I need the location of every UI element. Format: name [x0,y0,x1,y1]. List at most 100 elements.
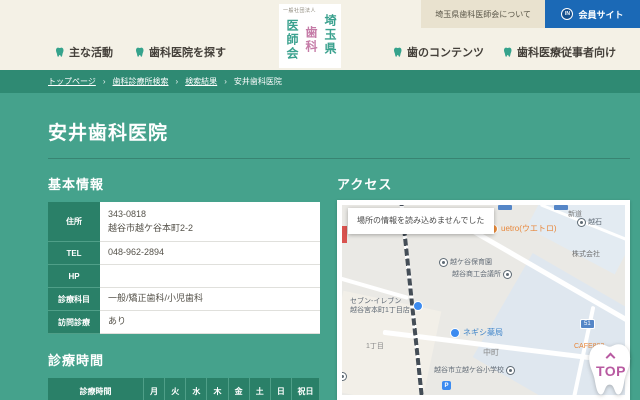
breadcrumb-current: 安井歯科医院 [233,77,282,86]
map-label-nakacho: 中町 [483,347,499,358]
map-label-text: 越石 [588,219,602,226]
map-label-text: 越谷市立越ケ谷小学校 [434,367,504,374]
map-label-itchome: 1丁目 [366,341,384,351]
map-route-marker [554,205,568,210]
breadcrumb-separator: › [102,77,106,86]
map-red-sign [342,226,347,243]
map-label-nursery[interactable]: 越ケ谷保育園 [440,257,492,267]
nav-label: 歯のコンテンツ [407,47,484,59]
hours-col-sun: 日 [270,378,292,400]
place-poi-icon [440,258,447,266]
info-row-hp: HP [48,265,320,288]
tooth-icon [504,47,512,57]
member-site-label: 会員サイト [578,9,624,20]
map-label-company: 株式会社 [572,249,600,259]
hours-col-mon: 月 [144,378,166,400]
map-label-text: 越谷商工会議所 [452,271,501,278]
hours-col-fri: 金 [228,378,250,400]
breadcrumb-clinic-search[interactable]: 歯科診療所検索 [113,76,169,87]
logo-text-ishikai: 医師会 [285,19,299,61]
tooth-icon [394,47,402,57]
postal-code: 343-0818 [108,208,147,219]
map-label-chamber-of-commerce[interactable]: 越谷商工会議所 [452,269,511,279]
departments-value: 一般/矯正歯科/小児歯科 [108,293,204,304]
map-label-elementary-school[interactable]: 越谷市立越ケ谷小学校 [434,365,514,375]
map-label-koshiishi[interactable]: 越石 [578,217,602,227]
map-label-text: 中町 [483,348,499,357]
logo-text-shika: 歯科 [304,26,318,54]
map-label-parking[interactable]: P [442,381,451,390]
home-visit-value: あり [108,316,127,327]
breadcrumb-separator: › [224,77,227,86]
title-divider [48,158,630,159]
map-label-text: セブン-イレブン [350,298,402,305]
map-route-marker [498,205,512,210]
info-row-label: 住所 [48,202,100,242]
tel-value: 048-962-2894 [108,247,165,258]
convenience-store-icon [412,301,423,312]
nav-item-main-activities[interactable]: 主な活動 [55,44,113,60]
hours-col-sat: 土 [249,378,271,400]
about-association-link[interactable]: 埼玉県歯科医師会について [421,0,545,28]
nav-label: 歯科医院を探す [149,47,226,59]
school-icon [507,366,514,374]
info-row-label: HP [48,265,100,288]
map-label-pharmacy[interactable]: ネギシ薬局 [450,327,503,338]
breadcrumb-top-page[interactable]: トップページ [48,76,96,87]
breadcrumb-search-results[interactable]: 検索結果 [185,76,217,87]
map-label-text: 1丁目 [366,343,384,350]
basic-info-table: 住所 343-0818 越谷市越ケ谷本町2-2 TEL 048-962-2894… [48,202,320,334]
breadcrumb: トップページ › 歯科診療所検索 › 検索結果 › 安井歯科医院 [0,70,640,93]
nav-label: 主な活動 [69,47,113,59]
map-label-uetro[interactable]: uetro(ウエトロ) [488,223,557,234]
info-row-tel: TEL 048-962-2894 [48,242,320,265]
map-error-popup: 場所の情報を読み込めませんでした [348,208,494,234]
site-header: 埼玉県歯科医師会について IN 会員サイト 主な活動 歯科医院を探す 歯のコンテ… [0,0,640,70]
logo-corp-type: 一般社団法人 [283,8,317,14]
info-row-home-visit: 訪問診療 あり [48,311,320,334]
page-title: 安井歯科医院 [48,123,169,144]
route-shield: 51 [580,319,595,329]
hours-col-holiday: 祝日 [291,378,321,400]
info-row-departments: 診療科目 一般/矯正歯科/小児歯科 [48,288,320,311]
nav-item-teeth-contents[interactable]: 歯のコンテンツ [393,44,484,60]
nav-item-find-clinic[interactable]: 歯科医院を探す [135,44,226,60]
breadcrumb-separator: › [175,77,179,86]
pharmacy-icon [450,327,460,338]
hours-col-wed: 水 [186,378,208,400]
map-error-text: 場所の情報を読み込めませんでした [357,216,485,225]
info-row-label: 訪問診療 [48,311,100,334]
hours-col-thu: 木 [207,378,229,400]
info-row-address: 住所 343-0818 越谷市越ケ谷本町2-2 [48,202,320,242]
hours-header-label: 診療時間 [48,378,144,400]
basic-info-heading: 基本情報 [48,177,105,192]
member-site-button[interactable]: IN 会員サイト [545,0,640,28]
hours-col-tue: 火 [165,378,187,400]
tooth-icon [56,47,64,57]
logo-text-saitama: 埼玉県 [323,14,337,56]
login-icon: IN [561,8,574,20]
nav-label: 歯科医療従事者向け [517,47,616,59]
top-button-label: TOP [595,363,627,379]
map-poi-dot [342,373,346,380]
transit-station-icon [578,218,585,226]
access-heading: アクセス [337,177,393,192]
info-row-label: TEL [48,242,100,265]
address-text: 越谷市越ケ谷本町2-2 [108,222,194,233]
map-label-text: 越ケ谷保育園 [450,259,492,266]
info-row-label: 診療科目 [48,288,100,311]
parking-icon: P [442,381,451,390]
map-label-text: ネギシ薬局 [463,328,503,337]
hours-heading: 診療時間 [48,353,105,368]
page: 埼玉県歯科医師会について IN 会員サイト 主な活動 歯科医院を探す 歯のコンテ… [0,0,640,400]
back-to-top-button[interactable]: TOP [580,341,640,400]
map-label-seven-eleven[interactable]: セブン-イレブン 越谷宮本町1丁目店 [350,297,423,315]
place-poi-icon [342,373,346,380]
map-label-text: 株式会社 [572,251,600,258]
map-label-text: uetro(ウエトロ) [501,224,557,233]
tooth-icon [136,47,144,57]
nav-item-professionals[interactable]: 歯科医療従事者向け [503,44,616,60]
hours-table: 診療時間 月 火 水 木 金 土 日 祝日 [48,378,321,400]
site-logo[interactable]: 一般社団法人 埼玉県 歯科 医師会 [279,4,341,68]
place-poi-icon [504,270,511,278]
